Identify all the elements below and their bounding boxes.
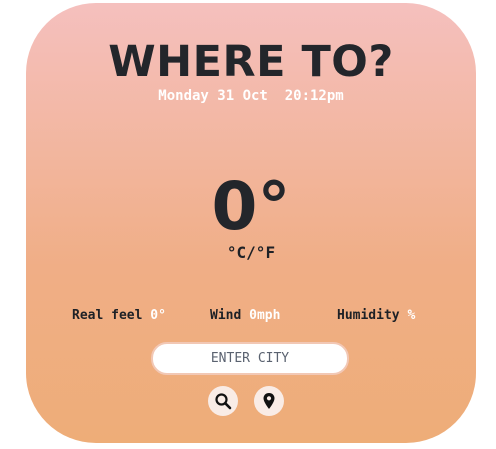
humidity-value: % xyxy=(407,308,416,323)
real-feel-value: 0° xyxy=(150,308,166,323)
humidity-stat: Humidity % xyxy=(337,308,415,323)
search-button[interactable] xyxy=(208,386,238,416)
humidity-label: Humidity xyxy=(337,308,400,323)
location-pin-icon xyxy=(263,393,275,409)
date-time: Monday 31 Oct 20:12pm xyxy=(158,88,344,104)
real-feel-stat: Real feel 0° xyxy=(72,308,166,323)
location-button[interactable] xyxy=(254,386,284,416)
weather-card: WHERE TO? Monday 31 Oct 20:12pm 0° °C/°F… xyxy=(26,3,476,443)
city-search-input[interactable] xyxy=(151,342,349,375)
real-feel-label: Real feel xyxy=(72,308,143,323)
wind-label: Wind xyxy=(210,308,242,323)
wind-stat: Wind 0mph xyxy=(210,308,280,323)
wind-value: 0mph xyxy=(249,308,281,323)
unit-toggle[interactable]: °C/°F xyxy=(26,243,476,262)
page-title: WHERE TO? xyxy=(108,37,394,87)
search-icon xyxy=(215,393,232,410)
temperature-value: 0° xyxy=(211,168,291,245)
